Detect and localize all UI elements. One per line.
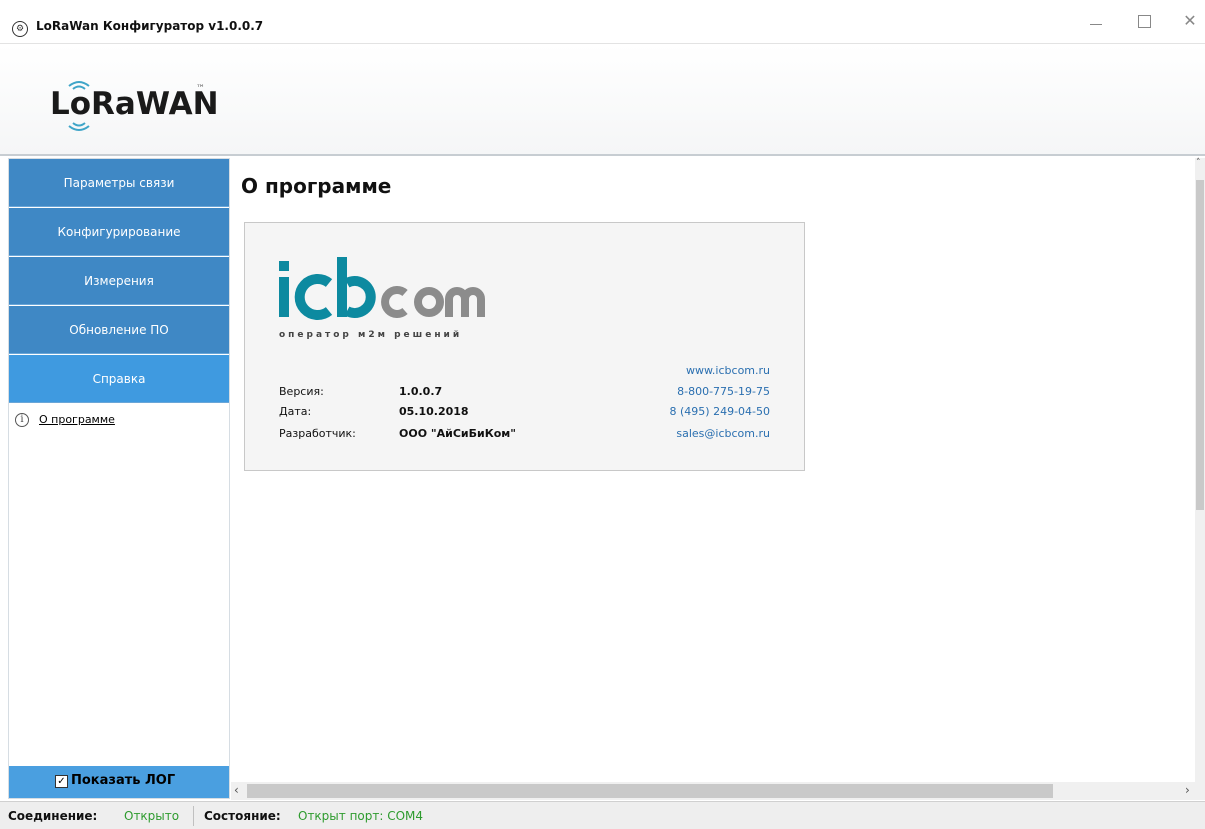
status-bar: Соединение: Открыто Состояние: Открыт по… [0, 801, 1205, 829]
close-icon: ✕ [1183, 11, 1197, 30]
sidebar-item-help[interactable]: Справка [9, 355, 229, 403]
minimize-icon [1090, 24, 1102, 25]
sidebar-item-configuration[interactable]: Конфигурирование [9, 208, 229, 256]
help-subnav: i О программе [9, 403, 229, 758]
info-icon: i [15, 413, 29, 427]
minimize-button[interactable] [1082, 10, 1110, 32]
title-bar: ⚙ LoRaWan Конфигуратор v1.0.0.7 ✕ [0, 0, 1205, 44]
about-panel: оператор м2м решений Версия: 1.0.0.7 Дат… [244, 222, 805, 471]
lorawan-logo-text: LoRaWAN [50, 86, 219, 122]
lorawan-tm: ™ [196, 84, 205, 94]
maximize-button[interactable] [1130, 10, 1158, 32]
lorawan-logo: LoRaWAN ™ [50, 76, 220, 132]
version-value: 1.0.0.7 [399, 385, 443, 398]
scroll-up-icon[interactable]: ˄ [1196, 158, 1201, 168]
sidebar-item-connection-params[interactable]: Параметры связи [9, 159, 229, 207]
close-button[interactable]: ✕ [1176, 10, 1204, 32]
icbcom-tagline: оператор м2м решений [279, 330, 463, 340]
sidebar: Параметры связи Конфигурирование Измерен… [8, 158, 230, 799]
version-label: Версия: [279, 385, 324, 398]
show-log-checkbox[interactable]: ✓ [55, 775, 68, 788]
main-content: О программе оператор м2м решений Версия:… [231, 158, 1195, 782]
vertical-scroll-thumb[interactable] [1196, 180, 1204, 510]
horizontal-scroll-thumb[interactable] [247, 784, 1053, 798]
developer-label: Разработчик: [279, 427, 356, 440]
sidebar-item-measurements[interactable]: Измерения [9, 257, 229, 305]
logo-header: LoRaWAN ™ [0, 44, 1205, 156]
connection-label: Соединение: [8, 809, 98, 823]
maximize-icon [1138, 15, 1151, 28]
app-icon: ⚙ [12, 21, 28, 37]
show-log-label: Показать ЛОГ [71, 773, 176, 788]
date-label: Дата: [279, 405, 312, 418]
subnav-item-about-label[interactable]: О программе [39, 413, 115, 426]
date-value: 05.10.2018 [399, 405, 469, 418]
connection-value: Открыто [124, 809, 180, 823]
show-log-toggle[interactable]: ✓ Показать ЛОГ [9, 766, 229, 798]
page-title: О программе [241, 174, 392, 198]
developer-value: ООО "АйСиБиКом" [399, 427, 516, 440]
scroll-right-icon[interactable]: › [1185, 783, 1190, 797]
vertical-scrollbar[interactable]: ˄ [1195, 158, 1205, 782]
sidebar-item-firmware-update[interactable]: Обновление ПО [9, 306, 229, 354]
phone-1: 8-800-775-19-75 [677, 385, 770, 398]
window-title: LoRaWan Конфигуратор v1.0.0.7 [36, 19, 264, 33]
status-divider [193, 806, 194, 826]
state-label: Состояние: [204, 809, 281, 823]
email-link[interactable]: sales@icbcom.ru [676, 427, 770, 440]
website-link[interactable]: www.icbcom.ru [686, 364, 770, 377]
scroll-left-icon[interactable]: ‹ [234, 783, 239, 797]
horizontal-scrollbar[interactable]: ‹ › [231, 782, 1205, 800]
state-value: Открыт порт: COM4 [298, 809, 424, 823]
phone-2: 8 (495) 249-04-50 [669, 405, 771, 418]
